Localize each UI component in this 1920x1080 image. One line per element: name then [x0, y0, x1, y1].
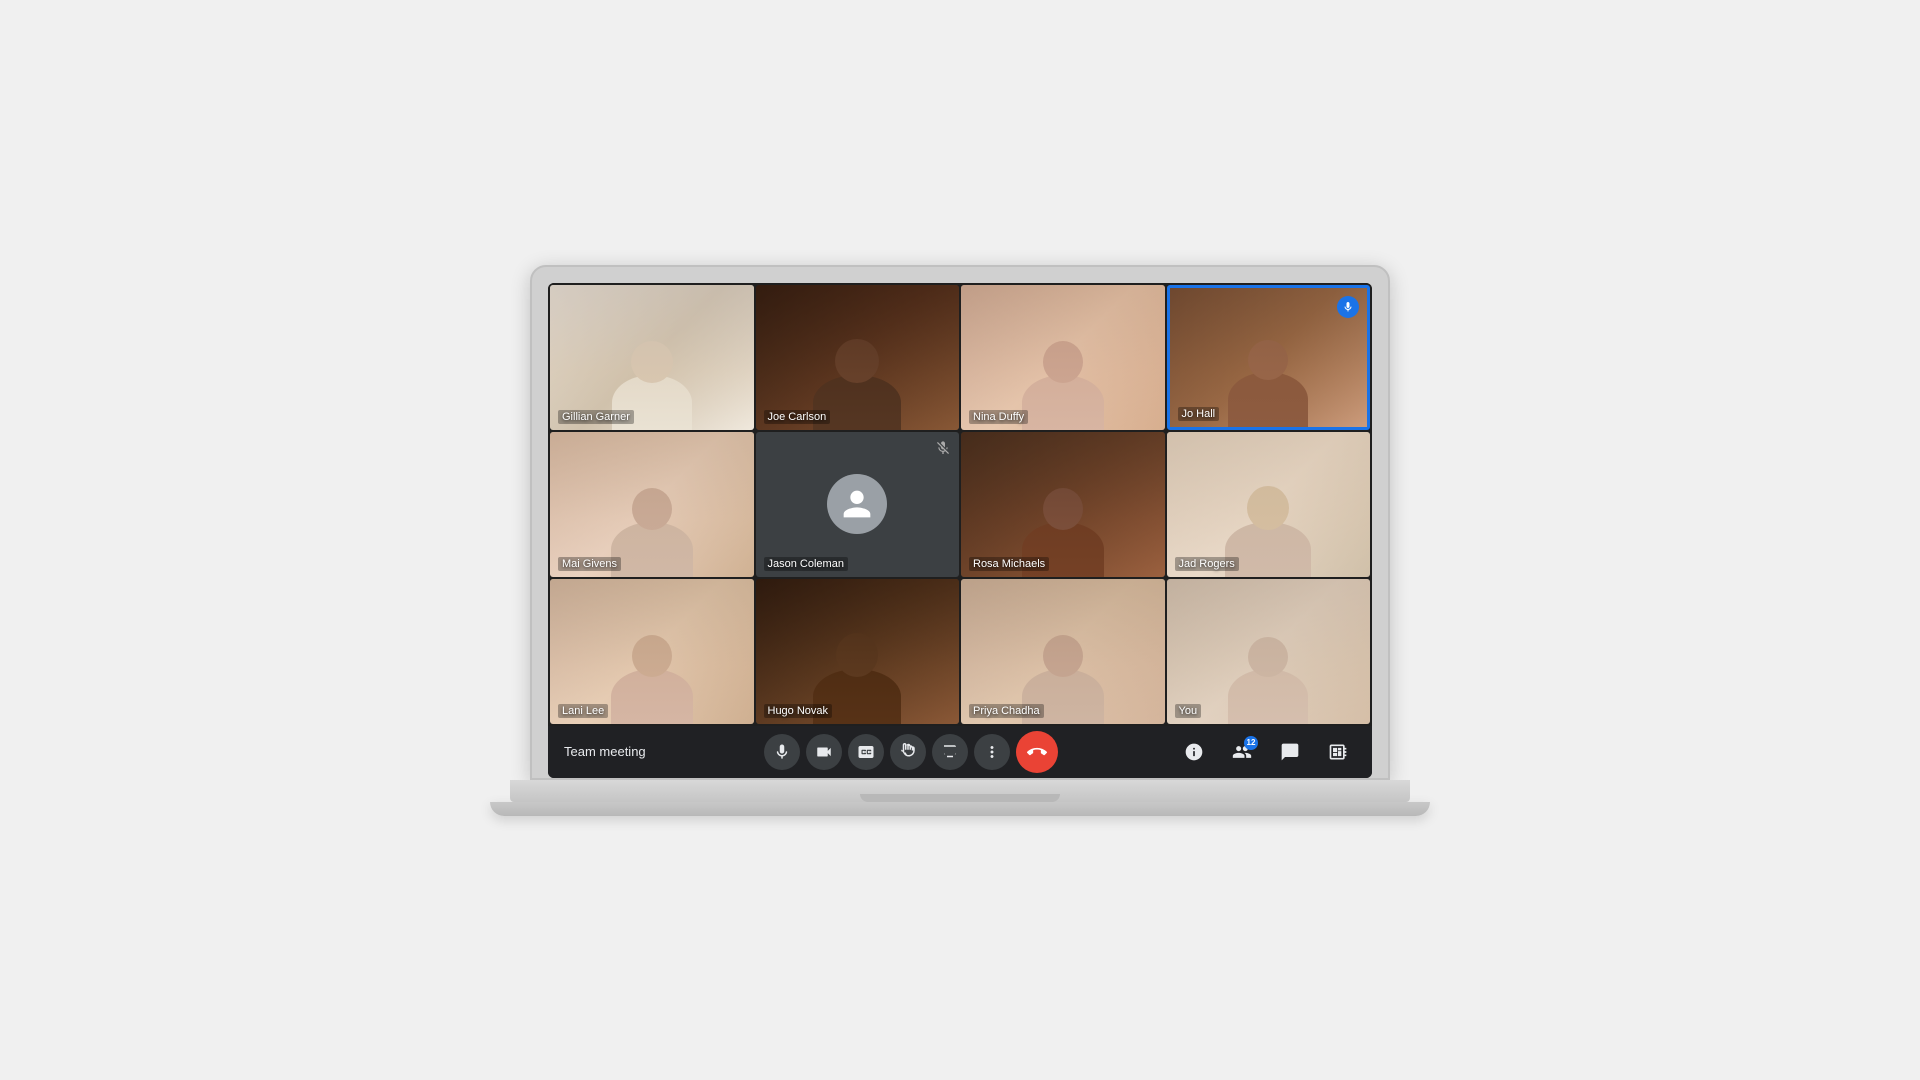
- participant-name-jad: Jad Rogers: [1175, 557, 1239, 571]
- laptop-chin: [490, 802, 1430, 816]
- speaking-indicator-jo: [1337, 296, 1359, 318]
- participant-name-hugo: Hugo Novak: [764, 704, 833, 718]
- participant-name-mai: Mai Givens: [558, 557, 621, 571]
- info-button[interactable]: [1176, 734, 1212, 770]
- tile-you[interactable]: You: [1167, 579, 1371, 724]
- people-button[interactable]: 12: [1224, 734, 1260, 770]
- participant-name-priya: Priya Chadha: [969, 704, 1044, 718]
- laptop-wrapper: Gillian Garner Joe Carlson: [510, 265, 1410, 816]
- participant-name-jo: Jo Hall: [1178, 407, 1220, 421]
- tile-priya[interactable]: Priya Chadha: [961, 579, 1165, 724]
- jason-avatar: [827, 474, 887, 534]
- tile-hugo[interactable]: Hugo Novak: [756, 579, 960, 724]
- activities-button[interactable]: [1320, 734, 1356, 770]
- screen-content: Gillian Garner Joe Carlson: [548, 283, 1372, 778]
- participant-name-rosa: Rosa Michaels: [969, 557, 1049, 571]
- participant-name-jason: Jason Coleman: [764, 557, 848, 571]
- tile-jason[interactable]: Jason Coleman: [756, 432, 960, 577]
- end-call-button[interactable]: [1016, 731, 1058, 773]
- bottom-bar: Team meeting: [548, 726, 1372, 778]
- chat-button[interactable]: [1272, 734, 1308, 770]
- people-count-badge: 12: [1244, 736, 1258, 750]
- tile-joe[interactable]: Joe Carlson: [756, 285, 960, 430]
- tile-nina[interactable]: Nina Duffy: [961, 285, 1165, 430]
- participant-name-joe: Joe Carlson: [764, 410, 831, 424]
- camera-button[interactable]: [806, 734, 842, 770]
- tile-gillian[interactable]: Gillian Garner: [550, 285, 754, 430]
- laptop-base: [510, 780, 1410, 802]
- more-options-button[interactable]: [974, 734, 1010, 770]
- tile-jad[interactable]: Jad Rogers: [1167, 432, 1371, 577]
- tile-lani[interactable]: Lani Lee: [550, 579, 754, 724]
- participant-name-nina: Nina Duffy: [969, 410, 1028, 424]
- present-button[interactable]: [932, 734, 968, 770]
- tile-mai[interactable]: Mai Givens: [550, 432, 754, 577]
- raise-hand-button[interactable]: [890, 734, 926, 770]
- meeting-title: Team meeting: [564, 744, 646, 759]
- tile-rosa[interactable]: Rosa Michaels: [961, 432, 1165, 577]
- microphone-button[interactable]: [764, 734, 800, 770]
- participant-name-gillian: Gillian Garner: [558, 410, 634, 424]
- participant-name-lani: Lani Lee: [558, 704, 608, 718]
- controls-center: [764, 731, 1058, 773]
- video-grid: Gillian Garner Joe Carlson: [548, 283, 1372, 726]
- tile-jo[interactable]: Jo Hall: [1167, 285, 1371, 430]
- participant-name-you: You: [1175, 704, 1202, 718]
- mute-indicator-jason: [935, 440, 951, 461]
- controls-right: 12: [1176, 734, 1356, 770]
- captions-button[interactable]: [848, 734, 884, 770]
- laptop-screen: Gillian Garner Joe Carlson: [530, 265, 1390, 780]
